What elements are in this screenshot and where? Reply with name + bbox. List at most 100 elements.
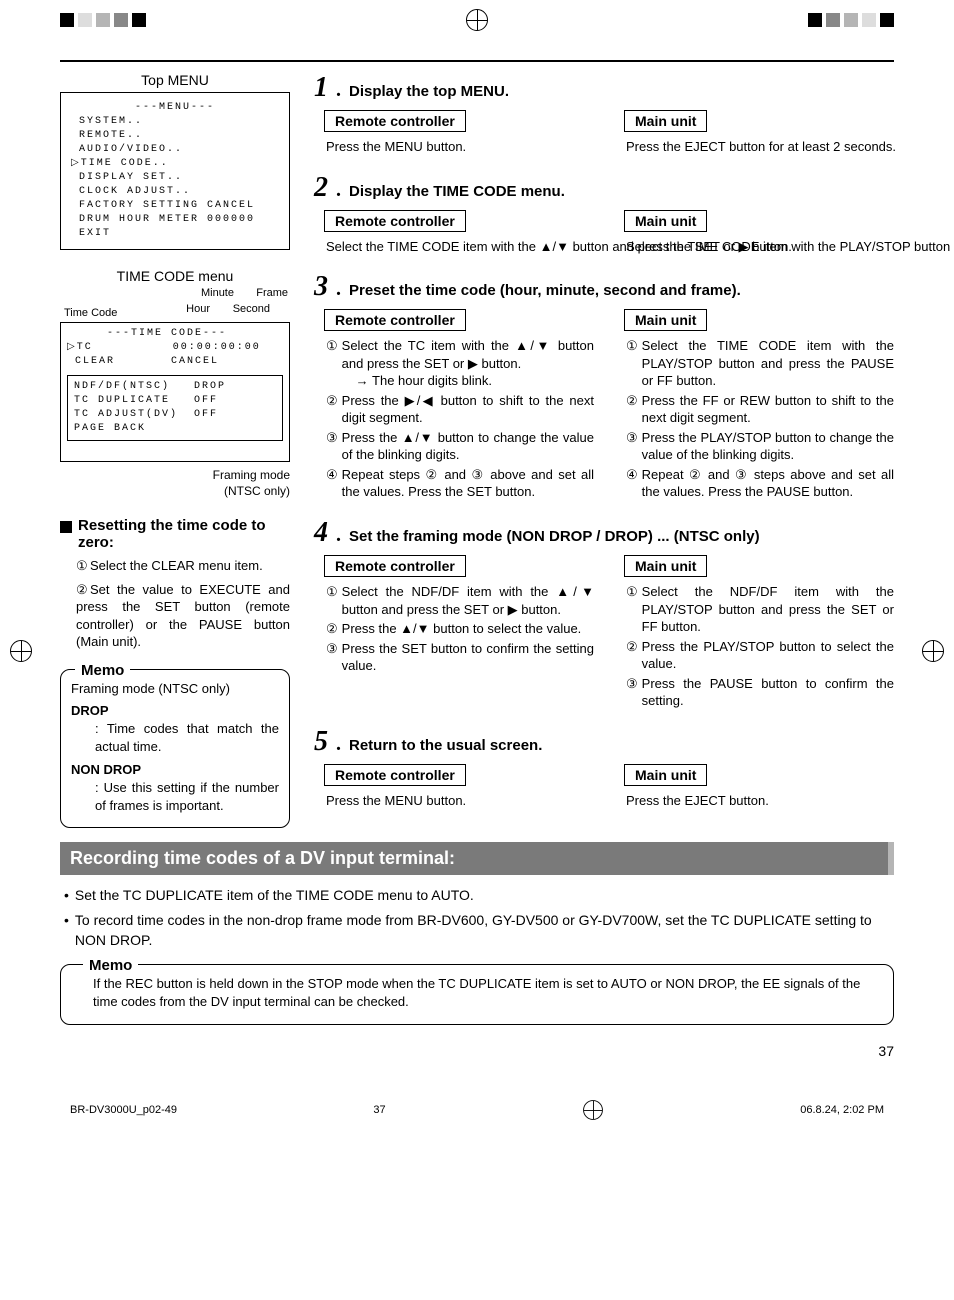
label-hour: Hour [186, 302, 210, 316]
tc-menu-box: ---TIME CODE--- ▷TC 00:00:00:00 CLEAR CA… [60, 322, 290, 462]
bullet-item: Set the TC DUPLICATE item of the TIME CO… [64, 885, 894, 905]
crop-marks [0, 0, 954, 40]
instruction-item: Press the MENU button. [326, 138, 594, 156]
tc-labels: Time Code Minute Frame Hour Second [60, 288, 290, 322]
main-col: Main unit Press the EJECT button. [614, 764, 894, 812]
reset-item: ①Select the CLEAR menu item. [76, 557, 290, 575]
instruction-item: Select the TIME CODE item with the PLAY/… [626, 238, 894, 256]
instruction-item: ②Press the ▶/◀ button to shift to the ne… [326, 392, 594, 427]
step-title: Preset the time code (hour, minute, seco… [349, 282, 741, 299]
main-label: Main unit [624, 210, 707, 232]
instruction-item: ①Select the TIME CODE item with the PLAY… [626, 337, 894, 390]
label-second: Second [233, 302, 270, 316]
memo-def-drop: : Time codes that match the actual time. [95, 720, 279, 756]
remote-col: Remote controller Select the TIME CODE it… [314, 210, 594, 258]
section-bar: Recording time codes of a DV input termi… [60, 842, 894, 875]
instruction-item: ②Press the PLAY/STOP button to select th… [626, 638, 894, 673]
instruction-item: ④Repeat ② and ③ steps above and set all … [626, 466, 894, 501]
remote-label: Remote controller [324, 309, 466, 331]
step: 3.Preset the time code (hour, minute, se… [314, 271, 894, 503]
memo-box-wide: Memo If the REC button is held down in t… [60, 964, 894, 1024]
main-col: Main unit Select the TIME CODE item with … [614, 210, 894, 258]
right-column: 1.Display the top MENU.Remote controller… [314, 72, 894, 828]
page: Top MENU ---MENU--- SYSTEM.. REMOTE.. AU… [0, 40, 954, 1089]
page-number: 37 [60, 1043, 894, 1059]
bullet-item: To record time codes in the non-drop fra… [64, 910, 894, 951]
label-timecode: Time Code [64, 306, 117, 320]
footer-mid: 37 [373, 1104, 385, 1116]
memo-wide-text: If the REC button is held down in the ST… [93, 975, 879, 1011]
step: 2.Display the TIME CODE menu.Remote cont… [314, 172, 894, 258]
instruction-item: ②Press the ▲/▼ button to select the valu… [326, 620, 594, 638]
framing-caption: Framing mode (NTSC only) [60, 468, 290, 499]
main-label: Main unit [624, 309, 707, 331]
main-col: Main unit ①Select the NDF/DF item with th… [614, 555, 894, 712]
horizontal-rule [60, 60, 894, 62]
remote-col: Remote controller ①Select the NDF/DF item… [314, 555, 594, 712]
step-title: Return to the usual screen. [349, 737, 542, 754]
instruction-item: ①Select the TC item with the ▲/▼ button … [326, 337, 594, 390]
reset-item: ②Set the value to EXECUTE and press the … [76, 581, 290, 651]
instruction-item: ①Select the NDF/DF item with the PLAY/ST… [626, 583, 894, 636]
remote-col: Remote controller ①Select the TC item wit… [314, 309, 594, 503]
footer: BR-DV3000U_p02-49 37 06.8.24, 2:02 PM [0, 1089, 954, 1145]
top-menu-box: ---MENU--- SYSTEM.. REMOTE.. AUDIO/VIDEO… [60, 92, 290, 250]
footer-right: 06.8.24, 2:02 PM [800, 1104, 884, 1116]
top-menu-title: Top MENU [60, 72, 290, 88]
remote-label: Remote controller [324, 210, 466, 232]
remote-label: Remote controller [324, 110, 466, 132]
step: 4.Set the framing mode (NON DROP / DROP)… [314, 517, 894, 712]
instruction-item: ③Press the SET button to confirm the set… [326, 640, 594, 675]
step: 5.Return to the usual screen.Remote cont… [314, 726, 894, 812]
step-number: 2 [314, 172, 328, 204]
square-bullet-icon [60, 521, 72, 533]
main-label: Main unit [624, 110, 707, 132]
instruction-item: Press the EJECT button for at least 2 se… [626, 138, 894, 156]
step-title: Display the top MENU. [349, 83, 509, 100]
step-number: 4 [314, 517, 328, 549]
instruction-item: ④Repeat steps ② and ③ above and set all … [326, 466, 594, 501]
memo-def-nondrop: : Use this setting if the number of fram… [95, 779, 279, 815]
reset-heading-text: Resetting the time code to zero: [78, 517, 290, 551]
instruction-item: ③Press the ▲/▼ button to change the valu… [326, 429, 594, 464]
main-col: Main unit ①Select the TIME CODE item with… [614, 309, 894, 503]
instruction-item: Press the MENU button. [326, 792, 594, 810]
main-col: Main unit Press the EJECT button for at l… [614, 110, 894, 158]
memo-label: Memo [83, 955, 138, 976]
section-bullets: Set the TC DUPLICATE item of the TIME CO… [64, 885, 894, 950]
tc-menu-title: TIME CODE menu [60, 268, 290, 284]
main-label: Main unit [624, 555, 707, 577]
caption-line2: (NTSC only) [60, 484, 290, 500]
label-minute: Minute [201, 286, 234, 300]
memo-label: Memo [75, 660, 130, 681]
reset-heading: Resetting the time code to zero: [60, 517, 290, 551]
memo-box-left: Memo Framing mode (NTSC only) DROP : Tim… [60, 669, 290, 828]
left-column: Top MENU ---MENU--- SYSTEM.. REMOTE.. AU… [60, 72, 290, 828]
remote-col: Remote controller Press the MENU button. [314, 110, 594, 158]
instruction-item: Select the TIME CODE item with the ▲/▼ b… [326, 238, 594, 256]
instruction-item: ②Press the FF or REW button to shift to … [626, 392, 894, 427]
main-label: Main unit [624, 764, 707, 786]
step: 1.Display the top MENU.Remote controller… [314, 72, 894, 158]
caption-line1: Framing mode [60, 468, 290, 484]
reset-list: ①Select the CLEAR menu item. ②Set the val… [76, 557, 290, 651]
memo-term-drop: DROP [71, 702, 279, 720]
memo-line: Framing mode (NTSC only) [71, 680, 279, 698]
step-number: 1 [314, 72, 328, 104]
step-title: Set the framing mode (NON DROP / DROP) .… [349, 528, 760, 545]
remote-col: Remote controller Press the MENU button. [314, 764, 594, 812]
footer-left: BR-DV3000U_p02-49 [70, 1104, 177, 1116]
step-title: Display the TIME CODE menu. [349, 183, 565, 200]
instruction-item: Press the EJECT button. [626, 792, 894, 810]
label-frame: Frame [256, 286, 288, 300]
instruction-item: ③Press the PLAY/STOP button to change th… [626, 429, 894, 464]
step-number: 5 [314, 726, 328, 758]
remote-label: Remote controller [324, 555, 466, 577]
crosshair-icon [466, 9, 488, 31]
crosshair-icon [583, 1100, 603, 1120]
instruction-item: ③Press the PAUSE button to confirm the s… [626, 675, 894, 710]
remote-label: Remote controller [324, 764, 466, 786]
memo-term-nondrop: NON DROP [71, 761, 279, 779]
step-number: 3 [314, 271, 328, 303]
instruction-item: ①Select the NDF/DF item with the ▲/▼ but… [326, 583, 594, 618]
